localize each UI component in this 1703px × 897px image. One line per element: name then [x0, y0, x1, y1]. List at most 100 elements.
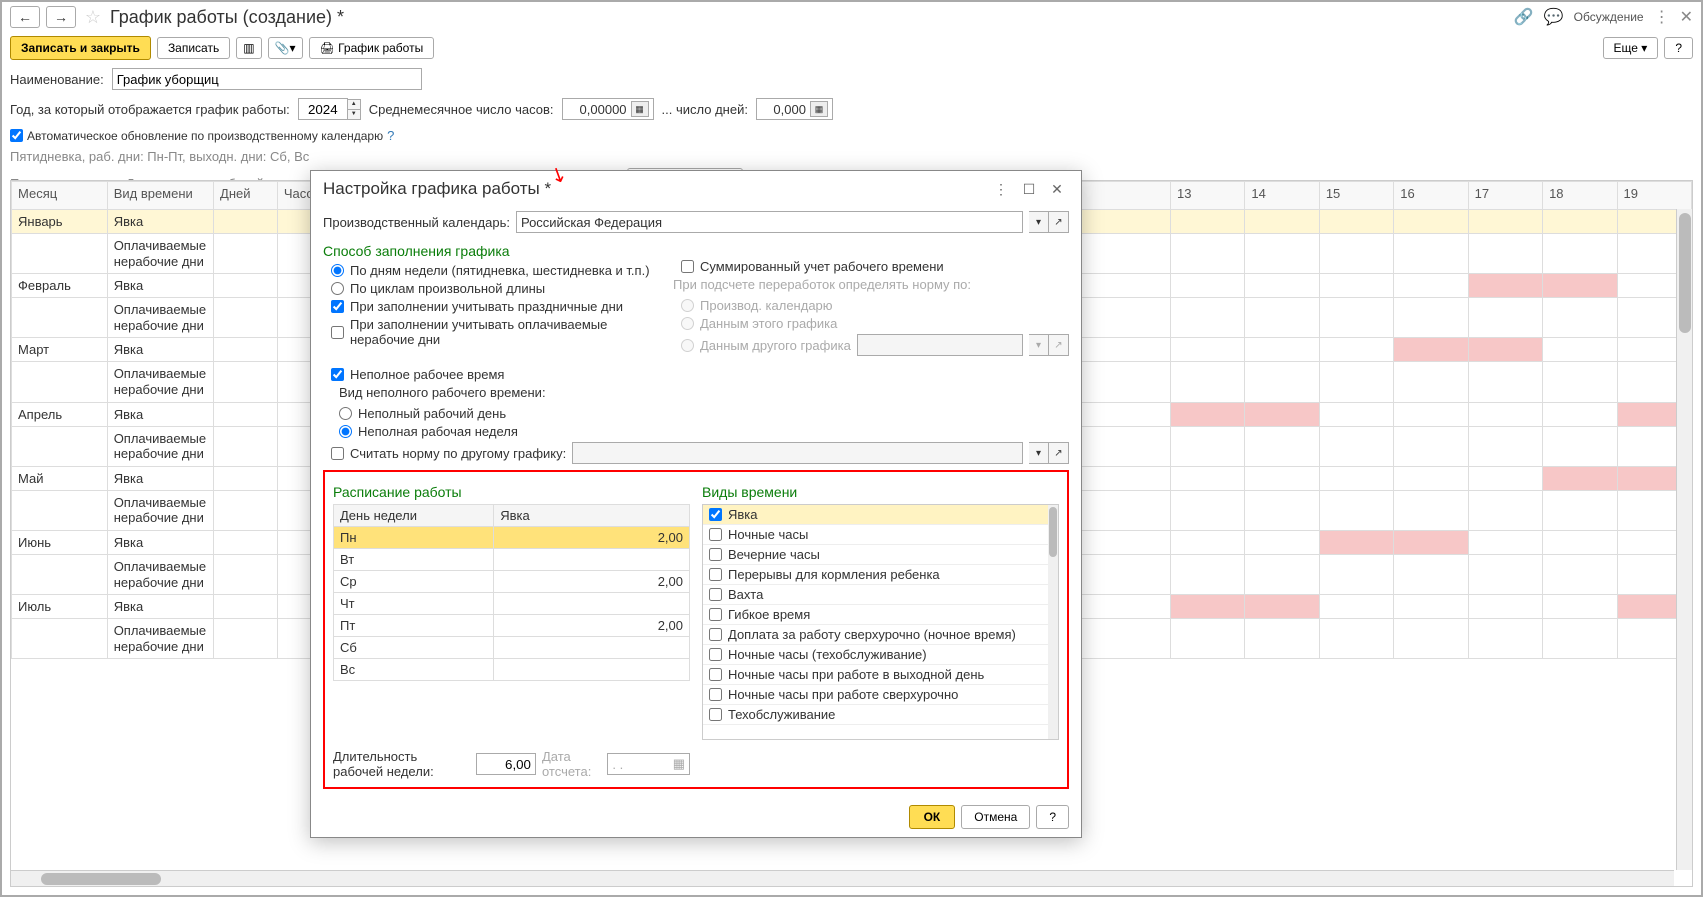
modal-menu-icon[interactable]: ⋮ [989, 179, 1013, 199]
cell-kind-sub[interactable]: Оплачиваемыенерабочие дни [107, 426, 213, 466]
cell-day-sub[interactable] [1394, 554, 1468, 594]
cell-day-sub[interactable] [1170, 426, 1244, 466]
cell-day-sub[interactable] [1543, 619, 1617, 659]
cell-month-sub[interactable] [12, 362, 108, 402]
cell-day[interactable] [1543, 210, 1617, 234]
cell-day[interactable] [1245, 274, 1319, 298]
cell-day-sub[interactable] [1170, 234, 1244, 274]
avg-hours-box[interactable]: 0,00000▦ [562, 98, 654, 120]
cell-day[interactable] [1245, 466, 1319, 490]
cell-day[interactable] [1468, 274, 1542, 298]
cell-day-sub[interactable] [1468, 426, 1542, 466]
year-down[interactable]: ▼ [348, 110, 360, 119]
days-box[interactable]: 0,000▦ [756, 98, 833, 120]
cell-month-sub[interactable] [12, 298, 108, 338]
week-len-input[interactable] [476, 753, 536, 775]
cell-day[interactable] [1394, 274, 1468, 298]
favorite-icon[interactable]: ☆ [82, 6, 104, 28]
cell-day[interactable] [1543, 338, 1617, 362]
cell-day[interactable] [1170, 338, 1244, 362]
check-paid-off[interactable] [331, 326, 344, 339]
sched-val[interactable] [494, 637, 690, 659]
cell-kind[interactable]: Явка [107, 466, 213, 490]
save-close-button[interactable]: Записать и закрыть [10, 36, 151, 60]
cell-day-sub[interactable] [1245, 362, 1319, 402]
time-type-item[interactable]: Техобслуживание [703, 705, 1058, 725]
cell-month-sub[interactable] [12, 554, 108, 594]
cell-day-sub[interactable] [1319, 298, 1393, 338]
help-button[interactable]: ? [1664, 37, 1693, 59]
cell-day-sub[interactable] [1319, 426, 1393, 466]
col-d16[interactable]: 16 [1394, 182, 1468, 210]
time-type-checkbox[interactable] [709, 588, 722, 601]
cell-day[interactable] [1319, 466, 1393, 490]
modal-maximize-icon[interactable]: ☐ [1017, 179, 1041, 199]
cell-day[interactable] [1170, 595, 1244, 619]
cell-day-sub[interactable] [1543, 490, 1617, 530]
check-summed[interactable] [681, 260, 694, 273]
cell-day-sub[interactable] [1245, 554, 1319, 594]
name-input[interactable] [112, 68, 422, 90]
cell-day[interactable] [1543, 466, 1617, 490]
cell-month[interactable]: Май [12, 466, 108, 490]
cell-days[interactable] [214, 402, 278, 426]
cell-day[interactable] [1543, 595, 1617, 619]
cell-month[interactable]: Январь [12, 210, 108, 234]
cell-day-sub[interactable] [1468, 619, 1542, 659]
year-up[interactable]: ▲ [348, 100, 360, 110]
cell-kind[interactable]: Явка [107, 595, 213, 619]
cell-kind-sub[interactable]: Оплачиваемыенерабочие дни [107, 619, 213, 659]
radio-pt-week[interactable] [339, 425, 352, 438]
more-button[interactable]: Еще ▾ [1603, 37, 1659, 59]
cell-day-sub[interactable] [1319, 234, 1393, 274]
time-type-item[interactable]: Явка [703, 505, 1058, 525]
back-button[interactable]: ← [10, 6, 40, 28]
cell-days[interactable] [214, 530, 278, 554]
cell-kind[interactable]: Явка [107, 530, 213, 554]
cell-day[interactable] [1319, 210, 1393, 234]
cell-kind[interactable]: Явка [107, 338, 213, 362]
col-d19[interactable]: 19 [1617, 182, 1692, 210]
time-type-item[interactable]: Доплата за работу сверхурочно (ночное вр… [703, 625, 1058, 645]
cell-day-sub[interactable] [1170, 490, 1244, 530]
radio-cycles[interactable] [331, 282, 344, 295]
sched-val[interactable] [494, 659, 690, 681]
cell-month[interactable]: Март [12, 338, 108, 362]
cell-kind-sub[interactable]: Оплачиваемыенерабочие дни [107, 298, 213, 338]
cell-day-sub[interactable] [1319, 619, 1393, 659]
cell-kind-sub[interactable]: Оплачиваемыенерабочие дни [107, 362, 213, 402]
cell-day-sub[interactable] [1394, 234, 1468, 274]
sched-val[interactable]: 2,00 [494, 571, 690, 593]
cell-day-sub[interactable] [1170, 554, 1244, 594]
col-d15[interactable]: 15 [1319, 182, 1393, 210]
sched-row[interactable]: Пн2,00 [334, 527, 690, 549]
cell-month-sub[interactable] [12, 619, 108, 659]
cell-day[interactable] [1468, 210, 1542, 234]
discuss-label[interactable]: Обсуждение [1574, 10, 1644, 24]
cell-day-sub[interactable] [1394, 619, 1468, 659]
cell-day-sub[interactable] [1468, 490, 1542, 530]
cancel-button[interactable]: Отмена [961, 805, 1030, 829]
cell-day[interactable] [1468, 530, 1542, 554]
cal-dropdown-icon[interactable]: ▾ [1029, 211, 1049, 233]
radio-weekdays[interactable] [331, 264, 344, 277]
menu-icon[interactable]: ⋮ [1654, 7, 1670, 27]
col-d13[interactable]: 13 [1170, 182, 1244, 210]
list-button[interactable]: ▥ [236, 37, 261, 59]
cell-day[interactable] [1245, 595, 1319, 619]
cell-month-sub[interactable] [12, 490, 108, 530]
cell-day[interactable] [1394, 402, 1468, 426]
sched-row[interactable]: Вс [334, 659, 690, 681]
cell-day[interactable] [1319, 530, 1393, 554]
cell-day[interactable] [1319, 274, 1393, 298]
cell-days-sub[interactable] [214, 426, 278, 466]
check-holidays[interactable] [331, 300, 344, 313]
cell-day-sub[interactable] [1245, 234, 1319, 274]
cell-day[interactable] [1394, 595, 1468, 619]
cell-day[interactable] [1468, 466, 1542, 490]
cell-day-sub[interactable] [1468, 554, 1542, 594]
report-button[interactable]: 🖨 График работы [309, 37, 435, 59]
cell-day[interactable] [1245, 210, 1319, 234]
cell-day-sub[interactable] [1543, 426, 1617, 466]
time-type-checkbox[interactable] [709, 688, 722, 701]
